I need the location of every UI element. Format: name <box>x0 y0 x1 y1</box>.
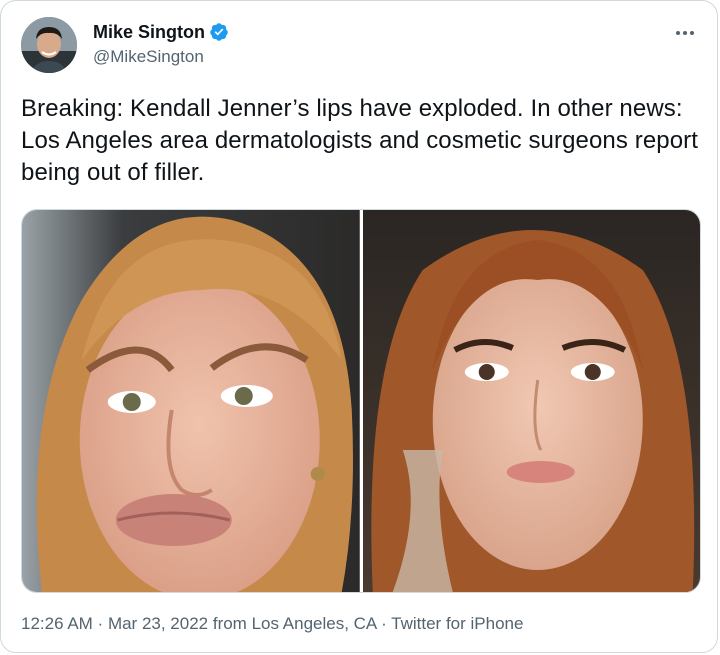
avatar-image <box>21 17 77 73</box>
tweet-header: Mike Sington @MikeSington <box>21 17 697 77</box>
tweet-source[interactable]: Twitter for iPhone <box>391 614 523 633</box>
tweet-card: Mike Sington @MikeSington Breaking: Kend… <box>0 0 718 653</box>
more-options-icon[interactable] <box>673 25 697 41</box>
avatar[interactable] <box>21 17 77 73</box>
media-photo-right[interactable] <box>362 210 700 592</box>
media-photo-left[interactable] <box>22 210 360 592</box>
tweet-timestamp[interactable]: 12:26 AM <box>21 614 93 633</box>
meta-separator: · <box>92 614 108 633</box>
display-name[interactable]: Mike Sington <box>93 21 205 43</box>
photo-left-image <box>22 210 360 592</box>
tweet-text: Breaking: Kendall Jenner’s lips have exp… <box>21 95 699 186</box>
meta-from-label: from <box>208 614 252 633</box>
user-names: Mike Sington @MikeSington <box>93 21 229 68</box>
tweet-media <box>21 209 701 593</box>
tweet-location[interactable]: Los Angeles, CA <box>252 614 377 633</box>
tweet-meta: 12:26 AM · Mar 23, 2022 from Los Angeles… <box>21 613 523 635</box>
meta-separator: · <box>376 614 392 633</box>
verified-badge-icon <box>209 22 229 42</box>
tweet-date[interactable]: Mar 23, 2022 <box>108 614 208 633</box>
user-handle[interactable]: @MikeSington <box>93 46 229 68</box>
photo-right-image <box>362 210 700 592</box>
